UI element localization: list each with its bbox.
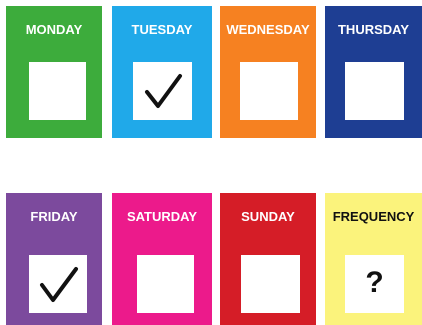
card-label: TUESDAY bbox=[131, 22, 193, 37]
checkbox-unknown[interactable]: ? bbox=[345, 255, 404, 313]
friday-card: FRIDAY bbox=[6, 193, 102, 325]
wednesday-card: WEDNESDAY bbox=[220, 6, 316, 138]
checkbox-empty[interactable] bbox=[137, 255, 194, 313]
card-label: SUNDAY bbox=[241, 209, 295, 224]
card-label: FREQUENCY bbox=[332, 209, 415, 224]
thursday-card: THURSDAY bbox=[325, 6, 422, 138]
monday-card: MONDAY bbox=[6, 6, 102, 138]
frequency-card: FREQUENCY ? bbox=[325, 193, 422, 325]
checkbox-empty[interactable] bbox=[241, 255, 300, 313]
checkbox-checked[interactable] bbox=[29, 255, 87, 313]
checkbox-empty[interactable] bbox=[240, 62, 298, 120]
tuesday-card: TUESDAY bbox=[112, 6, 212, 138]
card-label: THURSDAY bbox=[337, 22, 410, 37]
checkmark-icon bbox=[145, 74, 182, 108]
checkmark-icon bbox=[40, 267, 78, 302]
checkbox-checked[interactable] bbox=[133, 62, 192, 120]
checkbox-empty[interactable] bbox=[345, 62, 404, 120]
card-label: SATURDAY bbox=[126, 209, 198, 224]
card-label: MONDAY bbox=[25, 22, 83, 37]
sunday-card: SUNDAY bbox=[220, 193, 316, 325]
saturday-card: SATURDAY bbox=[112, 193, 212, 325]
card-label: FRIDAY bbox=[30, 209, 78, 224]
card-label: WEDNESDAY bbox=[226, 22, 310, 37]
question-mark-icon: ? bbox=[365, 265, 384, 299]
checkbox-empty[interactable] bbox=[29, 62, 86, 120]
